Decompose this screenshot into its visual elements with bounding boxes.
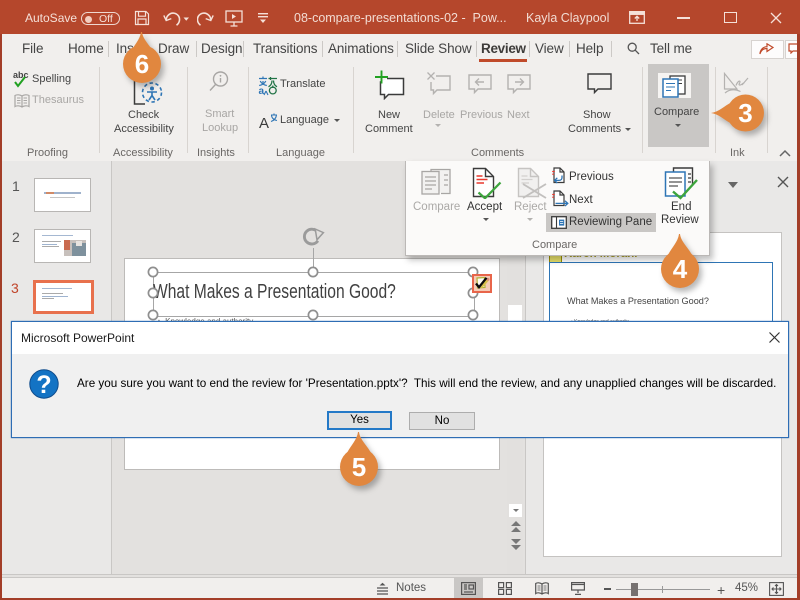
svg-text:?: ? (36, 371, 51, 399)
svg-text:a: a (259, 86, 265, 96)
svg-text:4: 4 (673, 254, 688, 284)
svg-text:5: 5 (352, 452, 366, 482)
svg-text:abc: abc (13, 70, 29, 80)
svg-text:3: 3 (738, 98, 752, 128)
svg-text:A: A (259, 115, 269, 130)
svg-text:6: 6 (135, 49, 149, 79)
